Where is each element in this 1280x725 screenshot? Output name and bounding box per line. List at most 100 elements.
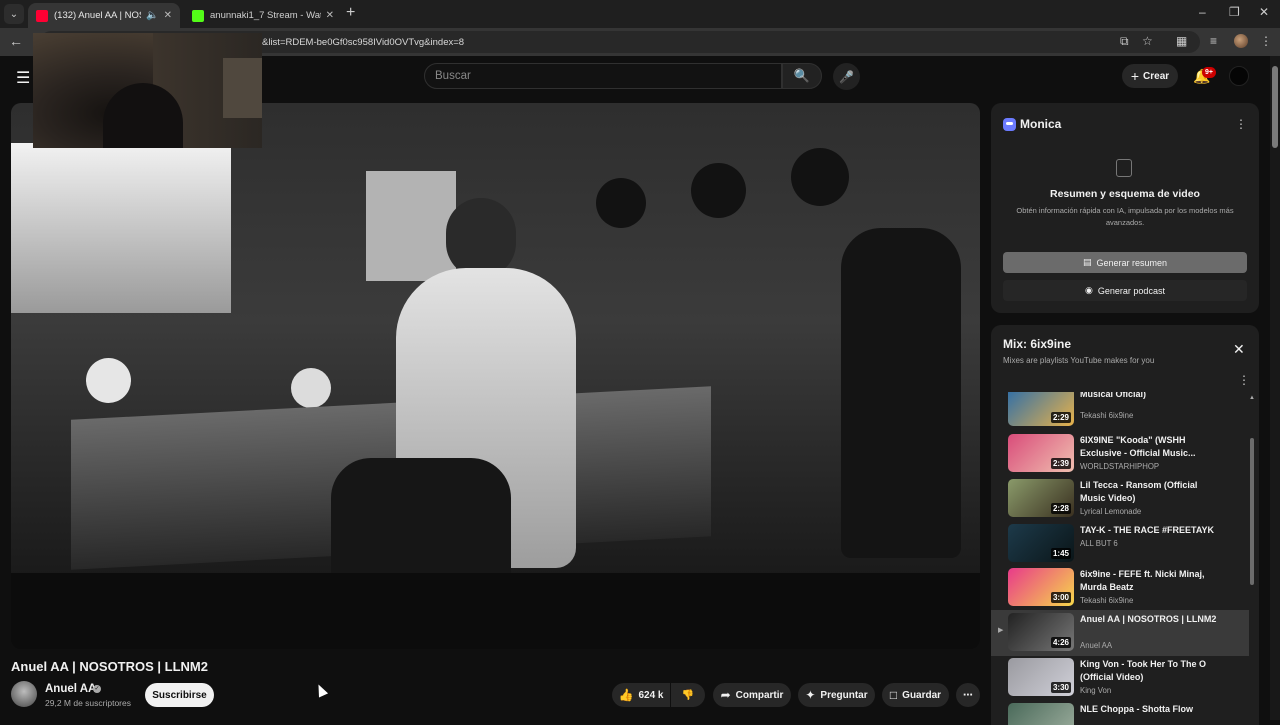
mix-item[interactable]: 2:29 Musical Oficial) Tekashi 6ix9ine: [991, 392, 1249, 431]
extensions-puzzle-icon[interactable]: ▦: [1176, 34, 1187, 48]
page-scrollbar[interactable]: [1270, 56, 1280, 720]
hamburger-menu-icon[interactable]: ☰: [16, 68, 30, 88]
subscribe-button[interactable]: Suscribirse: [145, 683, 214, 707]
search-icon: 🔍: [793, 68, 811, 83]
video-player[interactable]: [11, 103, 980, 649]
mix-scrollbar[interactable]: ▲: [1249, 395, 1255, 720]
monica-panel: Monica ⋮ Resumen y esquema de video Obté…: [991, 103, 1259, 313]
browser-menu-icon[interactable]: ⋮: [1260, 34, 1272, 48]
mix-item-channel: ALL BUT 6: [1080, 539, 1118, 548]
mix-item-thumbnail[interactable]: 2:29: [1008, 392, 1074, 426]
mix-item-title[interactable]: King Von - Took Her To The O (Official V…: [1080, 658, 1220, 684]
mix-item[interactable]: 2:28 Lil Tecca - Ransom (Official Music V…: [991, 476, 1249, 522]
scroll-up-icon[interactable]: ▲: [1249, 395, 1255, 401]
mix-item-duration: 2:39: [1050, 458, 1071, 469]
mix-subtitle: Mixes are playlists YouTube makes for yo…: [1003, 356, 1155, 365]
mix-item-title[interactable]: 6IX9INE "Kooda" (WSHH Exclusive - Offici…: [1080, 434, 1220, 460]
generate-summary-label: Generar resumen: [1096, 257, 1168, 268]
mix-item-channel: Lyrical Lemonade: [1080, 507, 1142, 516]
mix-item-title[interactable]: NLE Choppa - Shotta Flow: [1080, 703, 1220, 716]
mix-scrollbar-thumb[interactable]: [1250, 438, 1254, 585]
mouse-cursor-icon: [313, 682, 329, 698]
mix-item-thumbnail[interactable]: 2:39: [1008, 434, 1074, 472]
webcam-overlay: [33, 33, 262, 148]
mix-item-channel: King Von: [1080, 686, 1112, 695]
mix-item-thumbnail[interactable]: [1008, 703, 1074, 725]
ask-button[interactable]: ✦ Preguntar: [798, 683, 875, 707]
generate-summary-button[interactable]: ▤ Generar resumen: [1003, 252, 1247, 273]
mix-item[interactable]: NLE Choppa - Shotta Flow: [991, 700, 1249, 725]
account-avatar[interactable]: [1229, 66, 1249, 86]
more-vertical-icon[interactable]: ⋮: [1235, 117, 1247, 131]
browser-profile-avatar[interactable]: [1234, 34, 1248, 48]
mix-item[interactable]: 3:30 King Von - Took Her To The O (Offici…: [991, 655, 1249, 701]
mix-item-title[interactable]: Anuel AA | NOSOTROS | LLNM2: [1080, 613, 1220, 626]
url-text[interactable]: &list=RDEM-be0Gf0sc958IVid0OVTvg&index=8: [262, 37, 464, 48]
maximize-icon[interactable]: ❐: [1229, 5, 1240, 19]
tab-search-button[interactable]: ⌄: [4, 4, 24, 24]
share-arrow-icon: ➦: [720, 688, 731, 702]
sparkle-icon: ✦: [805, 688, 816, 702]
channel-avatar[interactable]: [11, 681, 37, 707]
dislike-button[interactable]: 👎: [671, 683, 705, 707]
speaker-icon[interactable]: 🔈: [146, 10, 158, 21]
tab-close-icon[interactable]: ✕: [164, 10, 172, 21]
share-button[interactable]: ➦ Compartir: [713, 683, 791, 707]
channel-name[interactable]: Anuel AA: [45, 683, 96, 695]
mix-item[interactable]: 1:45 TAY-K - THE RACE #FREETAYK ALL BUT 6: [991, 521, 1249, 567]
window-close-icon[interactable]: ✕: [1259, 5, 1269, 19]
back-arrow-icon[interactable]: ←: [9, 33, 23, 49]
like-count: 624 k: [638, 689, 664, 701]
mix-item-channel: WORLDSTARHIPHOP: [1080, 462, 1160, 471]
monica-logo-icon: [1003, 118, 1016, 131]
mix-item[interactable]: 3:00 6ix9ine - FEFE ft. Nicki Minaj, Murd…: [991, 565, 1249, 611]
share-label: Compartir: [735, 689, 784, 701]
install-app-icon[interactable]: ⧉: [1120, 34, 1129, 49]
browser-tab-youtube[interactable]: (132) Anuel AA | NOSOTRO 🔈 ✕: [28, 3, 180, 28]
mix-item-duration: 4:26: [1050, 637, 1071, 648]
save-button[interactable]: □ Guardar: [882, 683, 949, 707]
youtube-favicon-icon: [36, 9, 48, 22]
generate-podcast-label: Generar podcast: [1097, 285, 1165, 296]
mix-item[interactable]: 2:39 6IX9INE "Kooda" (WSHH Exclusive - Of…: [991, 431, 1249, 477]
mix-item-thumbnail[interactable]: 4:26: [1008, 613, 1074, 651]
monica-title: Monica: [1020, 117, 1062, 131]
mix-item-thumbnail[interactable]: 3:30: [1008, 658, 1074, 696]
generate-podcast-button[interactable]: ◉ Generar podcast: [1003, 280, 1247, 301]
new-tab-plus-icon[interactable]: +: [346, 5, 355, 21]
mix-item-duration: 3:30: [1050, 682, 1071, 693]
notification-count-badge: 9+: [1202, 67, 1216, 78]
close-icon[interactable]: ✕: [1233, 341, 1245, 358]
more-actions-button[interactable]: ⋯: [956, 683, 980, 707]
create-button[interactable]: + Crear: [1122, 64, 1178, 88]
page-scrollbar-thumb[interactable]: [1272, 66, 1278, 148]
mix-item-channel: Anuel AA: [1080, 641, 1113, 650]
mix-item-thumbnail[interactable]: 3:00: [1008, 568, 1074, 606]
more-vertical-icon[interactable]: ⋮: [1238, 373, 1250, 387]
mix-item-title[interactable]: Musical Oficial): [1080, 392, 1220, 401]
mix-item-channel: Tekashi 6ix9ine: [1080, 411, 1134, 420]
search-box[interactable]: [424, 63, 782, 89]
search-input[interactable]: [425, 64, 781, 88]
voice-search-button[interactable]: 🎤: [833, 63, 860, 90]
media-controls-icon[interactable]: ≡: [1210, 34, 1217, 48]
bookmark-star-icon[interactable]: ☆: [1142, 34, 1153, 48]
more-horizontal-icon: ⋯: [963, 689, 973, 701]
browser-tab-kick[interactable]: anunnaki1_7 Stream - Watch Li ✕: [184, 3, 342, 28]
mix-item-title[interactable]: TAY-K - THE RACE #FREETAYK: [1080, 524, 1220, 537]
search-button[interactable]: 🔍: [782, 63, 822, 89]
summary-icon: ▤: [1082, 257, 1092, 267]
tab-close-icon[interactable]: ✕: [326, 10, 334, 21]
mix-item[interactable]: ▶ 4:26 Anuel AA | NOSOTROS | LLNM2 Anuel AA: [991, 610, 1249, 656]
mix-item-title[interactable]: Lil Tecca - Ransom (Official Music Video…: [1080, 479, 1220, 505]
monica-description: Obtén información rápida con IA, impulsa…: [1016, 206, 1234, 227]
mix-item-title[interactable]: 6ix9ine - FEFE ft. Nicki Minaj, Murda Be…: [1080, 568, 1220, 594]
kick-favicon-icon: [192, 9, 204, 22]
mix-item-thumbnail[interactable]: 1:45: [1008, 524, 1074, 562]
mix-item-thumbnail[interactable]: 2:28: [1008, 479, 1074, 517]
podcast-icon: ◉: [1085, 285, 1093, 295]
like-button[interactable]: 👍 624 k: [612, 683, 670, 707]
now-playing-icon: ▶: [998, 627, 1004, 634]
minimize-icon[interactable]: –: [1199, 5, 1206, 19]
mix-list: 2:29 Musical Oficial) Tekashi 6ix9ine 2:39 6…: [991, 392, 1249, 725]
